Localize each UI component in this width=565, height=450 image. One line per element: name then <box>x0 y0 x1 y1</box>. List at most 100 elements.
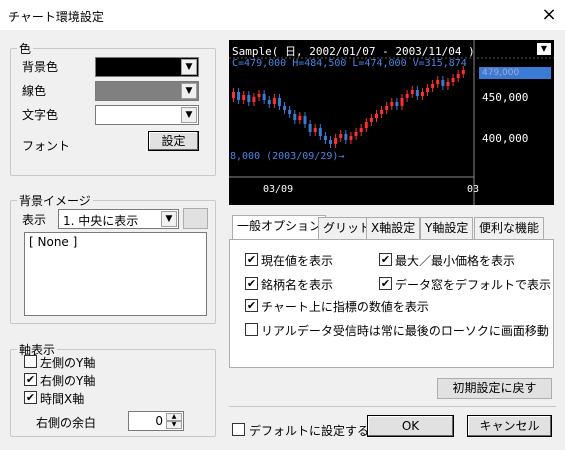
candle-body <box>390 102 394 106</box>
candle-body <box>298 116 302 120</box>
chart-header: Sample( 日, 2002/01/07 - 2003/11/04 ) <box>232 45 475 58</box>
show-indicator-values-label: チャート上に指標の数値を表示 <box>261 300 429 314</box>
display-mode-value: 1. 中央に表示 <box>63 214 139 228</box>
tab-general[interactable]: 一般オプション <box>232 215 327 240</box>
price-tick-450: 450,000 <box>482 91 529 104</box>
candle-body <box>354 132 358 136</box>
candle-body <box>395 102 399 106</box>
candle-body <box>405 94 409 98</box>
candles-group <box>232 66 465 148</box>
candle-body <box>461 70 465 74</box>
candle-body <box>293 114 297 120</box>
right-margin-spinner[interactable]: 0 ▲ ▼ <box>128 411 184 431</box>
chevron-down-icon: ▼ <box>181 83 197 99</box>
spin-up-icon[interactable]: ▲ <box>166 413 182 421</box>
candle-body <box>410 90 414 94</box>
candle-body <box>303 116 307 124</box>
realtime-scroll-checkbox[interactable] <box>245 323 258 336</box>
window-title: チャート環境設定 <box>8 10 104 24</box>
show-max-min-label: 最大／最小価格を表示 <box>395 254 516 268</box>
tab-useful[interactable]: 便利な機能 <box>474 217 545 239</box>
candle-body <box>247 95 251 102</box>
candle-body <box>426 88 430 92</box>
candle-body <box>369 118 373 122</box>
chevron-down-icon: ▼ <box>181 59 197 75</box>
x-tick-label: 03 <box>467 184 480 195</box>
candle-body <box>277 98 281 106</box>
show-data-window-label: データ窓をデフォルトで表示 <box>395 278 552 292</box>
candle-body <box>283 106 287 110</box>
show-current-price-checkbox[interactable]: ✔ <box>245 253 258 266</box>
candle-body <box>262 94 266 100</box>
image-list[interactable]: [ None ] <box>24 232 207 316</box>
time-x-axis-label: 時間X軸 <box>40 392 85 406</box>
browse-image-button[interactable] <box>183 208 208 229</box>
cancel-button[interactable]: キャンセル <box>467 415 552 437</box>
tab-y-axis[interactable]: Y軸設定 <box>420 217 474 239</box>
display-mode-select[interactable]: 1. 中央に表示 ▼ <box>58 209 179 229</box>
candle-body <box>252 97 256 102</box>
tab-x-axis[interactable]: X軸設定 <box>366 217 421 239</box>
background-color-select[interactable]: ▼ <box>95 57 199 77</box>
candle-body <box>380 110 384 114</box>
reset-defaults-button[interactable]: 初期設定に戻す <box>437 378 552 399</box>
show-max-min-checkbox[interactable]: ✔ <box>379 253 392 266</box>
candle-body <box>359 128 363 132</box>
candle-body <box>339 134 343 138</box>
right-y-axis-label: 右側のY軸 <box>40 374 96 388</box>
show-symbol-name-label: 銘柄名を表示 <box>261 278 334 292</box>
candle-body <box>232 92 235 98</box>
candle-body <box>237 92 241 100</box>
candle-body <box>349 136 353 140</box>
candle-body <box>364 122 368 128</box>
show-indicator-values-checkbox[interactable]: ✔ <box>245 299 258 312</box>
close-icon[interactable]: × <box>538 4 560 26</box>
text-color-select[interactable]: ▼ <box>95 105 199 125</box>
candle-body <box>415 90 419 96</box>
line-color-label: 線色 <box>22 84 47 98</box>
left-y-axis-label: 左側のY軸 <box>40 356 96 370</box>
candle-body <box>323 136 327 140</box>
show-symbol-name-checkbox[interactable]: ✔ <box>245 277 258 290</box>
chart-menu-icon[interactable]: ▼ <box>537 43 551 55</box>
right-margin-label: 右側の余白 <box>36 416 97 430</box>
right-margin-value: 0 <box>155 414 163 428</box>
line-color-select[interactable]: ▼ <box>95 81 199 101</box>
right-y-axis-checkbox[interactable]: ✔ <box>24 373 37 386</box>
candle-body <box>329 140 333 144</box>
ok-button[interactable]: OK <box>367 415 454 437</box>
candle-body <box>288 110 292 114</box>
font-settings-button[interactable]: 設定 <box>148 131 199 151</box>
candle-body <box>308 124 312 132</box>
candle-body <box>374 114 378 118</box>
candle-body <box>313 128 317 132</box>
divider <box>229 406 556 407</box>
candle-body <box>267 100 271 104</box>
candle-body <box>272 98 276 104</box>
price-tick-400: 400,000 <box>482 132 529 145</box>
display-label: 表示 <box>22 213 47 227</box>
candle-body <box>400 98 404 106</box>
spin-down-icon[interactable]: ▼ <box>166 421 182 429</box>
candle-body <box>436 80 440 84</box>
text-color-label: 文字色 <box>22 108 59 122</box>
candle-body <box>344 134 348 140</box>
candle-body <box>318 128 322 136</box>
low-price-annotation: 8,000 (2003/09/29)→ <box>230 151 345 162</box>
set-default-checkbox[interactable] <box>232 423 245 436</box>
show-current-price-label: 現在値を表示 <box>261 254 334 268</box>
time-x-axis-checkbox[interactable]: ✔ <box>24 391 37 404</box>
font-label: フォント <box>22 139 71 153</box>
candle-body <box>420 92 424 96</box>
candle-body <box>242 95 246 100</box>
left-y-axis-checkbox[interactable] <box>24 355 37 368</box>
realtime-scroll-label: リアルデータ受信時は常に最後のローソクに画面移動 <box>261 324 549 338</box>
chevron-down-icon: ▼ <box>181 107 197 123</box>
chart-ohlc: C=479,000 H=484,500 L=474,000 V=315,874 <box>232 58 467 69</box>
candle-body <box>451 78 455 82</box>
list-item[interactable]: [ None ] <box>29 235 77 249</box>
candle-body <box>334 138 338 144</box>
show-data-window-checkbox[interactable]: ✔ <box>379 277 392 290</box>
color-group-legend: 色 <box>17 40 34 57</box>
candle-body <box>441 80 445 86</box>
